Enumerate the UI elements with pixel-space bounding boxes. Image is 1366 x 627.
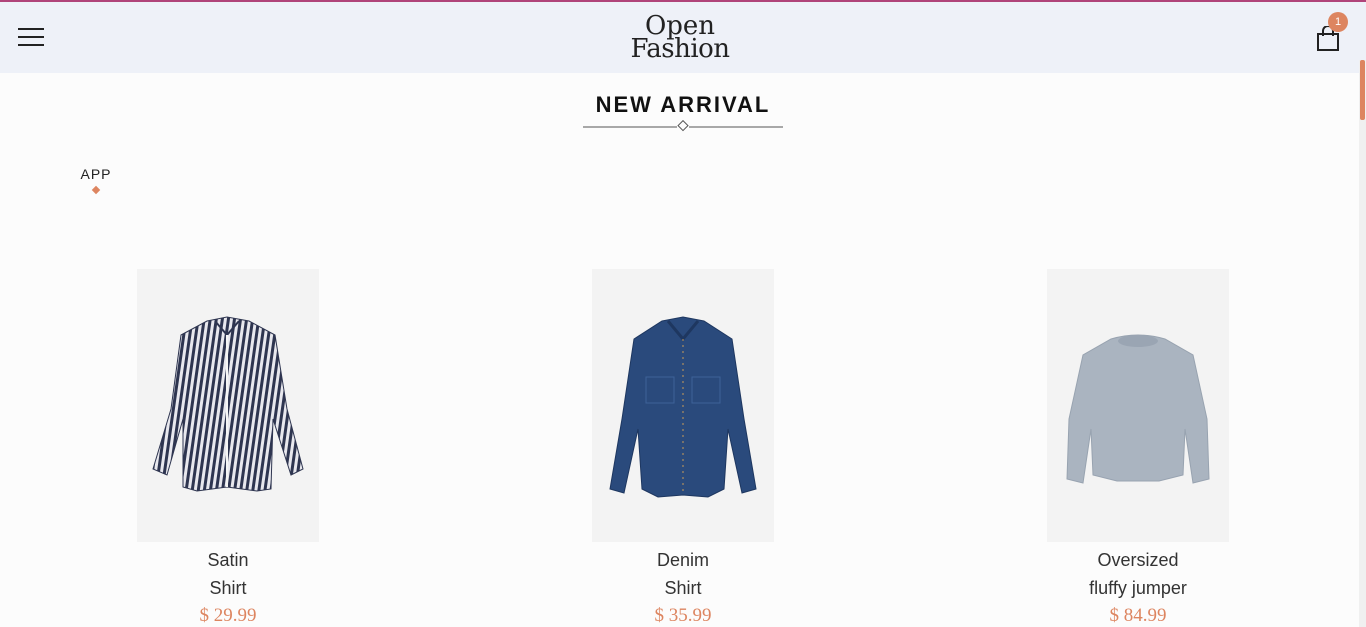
menu-bar (18, 44, 44, 46)
product-price: $ 84.99 (1109, 605, 1167, 626)
product-name-line-2: Shirt (664, 578, 702, 598)
product-card-fluffy-jumper[interactable]: Oversized fluffy jumper $ 84.99 (1008, 269, 1268, 627)
product-card-satin-shirt[interactable]: Satin Shirt $ 29.99 (98, 269, 358, 627)
active-tab-indicator (91, 185, 101, 195)
product-name-line-1: Satin (207, 550, 249, 570)
scrollbar-thumb[interactable] (1360, 60, 1365, 120)
section-title: NEW ARRIVAL (595, 92, 771, 117)
hamburger-menu-button[interactable] (14, 22, 48, 52)
menu-bar (18, 36, 44, 38)
product-name-line-2: Shirt (209, 578, 247, 598)
jumper-image[interactable] (1047, 269, 1229, 542)
product-name-line-1: Oversized (1097, 550, 1179, 570)
striped-shirt-image[interactable] (137, 269, 319, 542)
product-name-line-2: fluffy jumper (1089, 578, 1187, 598)
page-scrollbar[interactable] (1359, 60, 1366, 627)
product-card-denim-shirt[interactable]: Denim Shirt $ 35.99 (553, 269, 813, 627)
title-divider (583, 120, 783, 132)
menu-bar (18, 28, 44, 30)
product-price: $ 29.99 (199, 605, 257, 626)
product-price: $ 35.99 (654, 605, 712, 626)
shopping-bag-button[interactable]: 1 (1312, 12, 1352, 56)
site-header: Open Fashion 1 (0, 2, 1366, 73)
cart-count-badge: 1 (1328, 12, 1348, 32)
tab-label: APP (80, 166, 112, 182)
product-name-line-1: Denim (656, 550, 709, 570)
denim-shirt-image[interactable] (592, 269, 774, 542)
logo-line-2: Fashion (630, 34, 730, 64)
site-logo[interactable]: Open Fashion (620, 13, 740, 64)
tab-app[interactable]: APP (72, 166, 120, 195)
